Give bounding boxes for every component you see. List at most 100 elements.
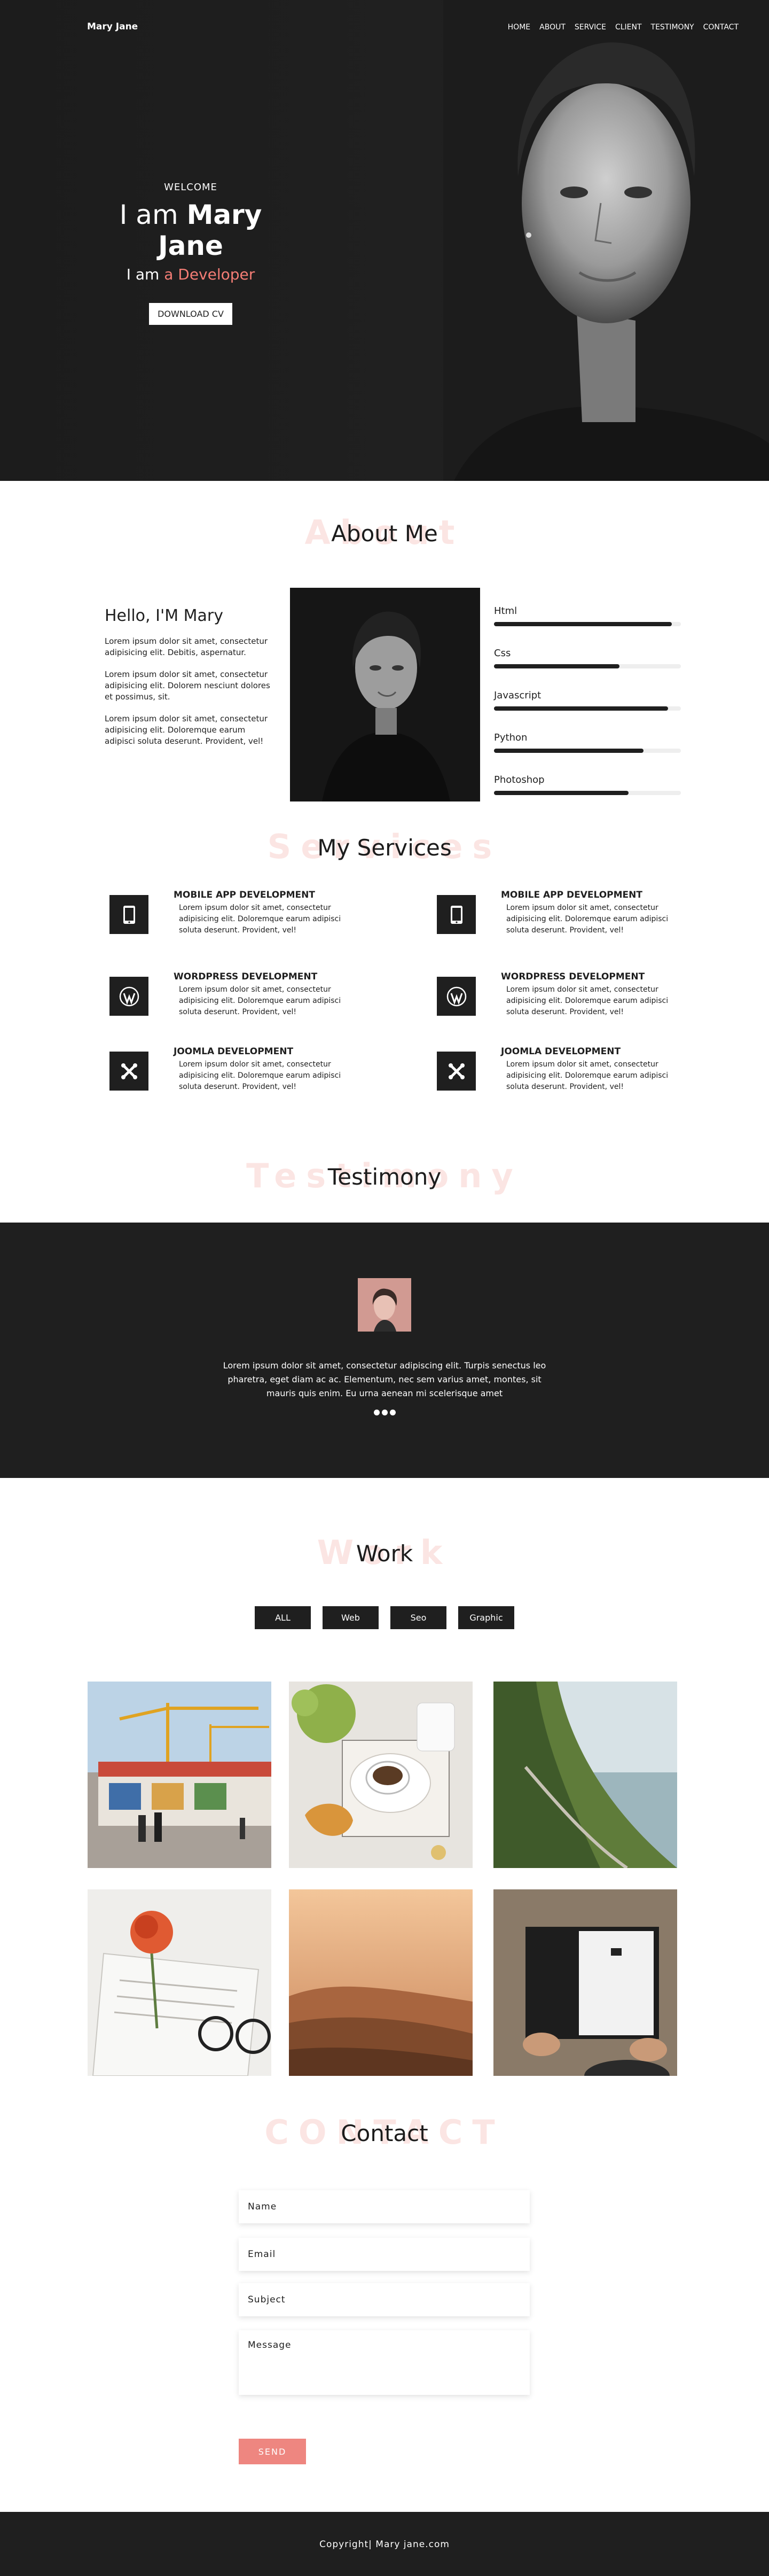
testimony-dot[interactable] [381,1410,388,1415]
skill-html: Html [494,605,681,626]
nav-links: HOME ABOUT SERVICE CLIENT TESTIMONY CONT… [499,23,739,32]
service-card: MOBILE APP DEVELOPMENT Lorem ipsum dolor… [109,890,387,943]
service-card: MOBILE APP DEVELOPMENT Lorem ipsum dolor… [437,890,715,943]
skill-track [494,622,681,626]
skill-bar [494,622,672,626]
about-heading: About Me [331,520,438,547]
work-item-construction[interactable] [88,1682,271,1868]
skill-name: Javascript [494,690,542,701]
footer: Copyright| Mary jane.com [0,2512,769,2576]
wordpress-icon [437,977,476,1016]
skill-name: Python [494,732,528,743]
service-title: WORDPRESS DEVELOPMENT [501,971,645,982]
hero-heading: I am Mary Jane [90,199,292,261]
service-card: WORDPRESS DEVELOPMENT Lorem ipsum dolor … [109,971,387,1025]
service-text: Lorem ipsum dolor sit amet, consectetur … [506,904,669,935]
testimony-pagination [0,1410,769,1415]
skill-bar [494,706,668,711]
email-field[interactable] [239,2238,530,2271]
service-title: JOOMLA DEVELOPMENT [174,1046,294,1057]
testimony-heading: Testimony [327,1164,442,1190]
skill-bar [494,791,629,795]
top-navbar: Mary Jane HOME ABOUT SERVICE CLIENT TEST… [0,0,769,56]
service-text: Lorem ipsum dolor sit amet, consectetur … [506,985,669,1016]
work-filters: ALL Web Seo Graphic [0,1606,769,1629]
nav-contact[interactable]: CONTACT [703,23,739,32]
testimony-section: Lorem ipsum dolor sit amet, consectetur … [0,1223,769,1478]
service-title: MOBILE APP DEVELOPMENT [501,890,642,900]
mobile-icon [109,895,148,934]
skill-javascript: Javascript [494,690,681,711]
skill-track [494,749,681,753]
skill-name: Css [494,648,511,659]
services-title: Services My Services [0,823,769,882]
about-paragraph: Lorem ipsum dolor sit amet, consectetur … [105,714,268,746]
testimony-dot[interactable] [373,1410,380,1415]
work-item-tablet[interactable] [493,1889,677,2076]
about-section: About About Me Hello, I'M Mary Lorem ips… [0,481,769,823]
skill-track [494,791,681,795]
services-section: Services My Services MOBILE APP DEVELOPM… [0,823,769,1142]
filter-web[interactable]: Web [323,1606,379,1629]
nav-about[interactable]: ABOUT [539,23,566,32]
about-title: About About Me [0,509,769,567]
message-field[interactable] [239,2330,530,2395]
services-heading: My Services [317,835,452,861]
skill-name: Photoshop [494,774,545,785]
download-cv-button[interactable]: DOWNLOAD CV [149,303,232,325]
service-text: Lorem ipsum dolor sit amet, consectetur … [179,1060,341,1091]
testimony-avatar [358,1278,411,1332]
work-item-sunset[interactable] [289,1889,473,2076]
work-section: Work Work ALL Web Seo Graphic [0,1478,769,2103]
service-text: Lorem ipsum dolor sit amet, consectetur … [179,904,341,935]
contact-title: CONTACT Contact [0,2108,769,2167]
skill-python: Python [494,732,681,753]
site-logo[interactable]: Mary Jane [87,21,138,32]
testimony-quote: Lorem ipsum dolor sit amet, consectetur … [223,1360,546,1398]
subject-field[interactable] [239,2283,530,2316]
about-portrait-image [290,588,480,801]
mobile-icon [437,895,476,934]
work-item-book-rose[interactable] [88,1889,271,2076]
contact-heading: Contact [341,2120,428,2146]
skill-photoshop: Photoshop [494,774,681,795]
nav-client[interactable]: CLIENT [615,23,642,32]
name-field[interactable] [239,2190,530,2223]
service-text: Lorem ipsum dolor sit amet, consectetur … [179,985,341,1016]
service-text: Lorem ipsum dolor sit amet, consectetur … [506,1060,669,1091]
send-button[interactable]: SEND [239,2439,306,2464]
service-card: JOOMLA DEVELOPMENT Lorem ipsum dolor sit… [437,1046,715,1100]
skill-bar [494,664,619,668]
nav-service[interactable]: SERVICE [575,23,606,32]
about-paragraph: Lorem ipsum dolor sit amet, consectetur … [105,636,268,657]
work-title: Work Work [0,1529,769,1587]
service-title: WORDPRESS DEVELOPMENT [174,971,318,982]
work-item-coast[interactable] [493,1682,677,1868]
wordpress-icon [109,977,148,1016]
service-card: JOOMLA DEVELOPMENT Lorem ipsum dolor sit… [109,1046,387,1100]
nav-home[interactable]: HOME [508,23,530,32]
hero-role-accent: a Developer [164,266,255,283]
service-title: JOOMLA DEVELOPMENT [501,1046,621,1057]
contact-section: CONTACT Contact SEND [0,2103,769,2512]
hero-role: I am a Developer [90,266,292,283]
testimony-dot[interactable] [389,1410,396,1415]
work-heading: Work [356,1540,413,1567]
filter-all[interactable]: ALL [255,1606,311,1629]
skill-name: Html [494,605,517,617]
hero-name-prefix: I am [119,199,187,230]
joomla-icon [437,1052,476,1091]
hero-portrait-image [443,0,769,481]
nav-testimony[interactable]: TESTIMONY [651,23,694,32]
hero-welcome: WELCOME [164,182,217,193]
hero-text: WELCOME I am Mary Jane I am a Developer … [90,182,292,325]
skill-track [494,706,681,711]
skill-css: Css [494,648,681,668]
testimony-title-area: Testimony Testimony [0,1142,769,1223]
about-hello: Hello, I'M Mary [105,606,223,625]
hero-role-prefix: I am [126,266,164,283]
filter-seo[interactable]: Seo [390,1606,446,1629]
skill-track [494,664,681,668]
filter-graphic[interactable]: Graphic [458,1606,514,1629]
work-item-coffee[interactable] [289,1682,473,1868]
